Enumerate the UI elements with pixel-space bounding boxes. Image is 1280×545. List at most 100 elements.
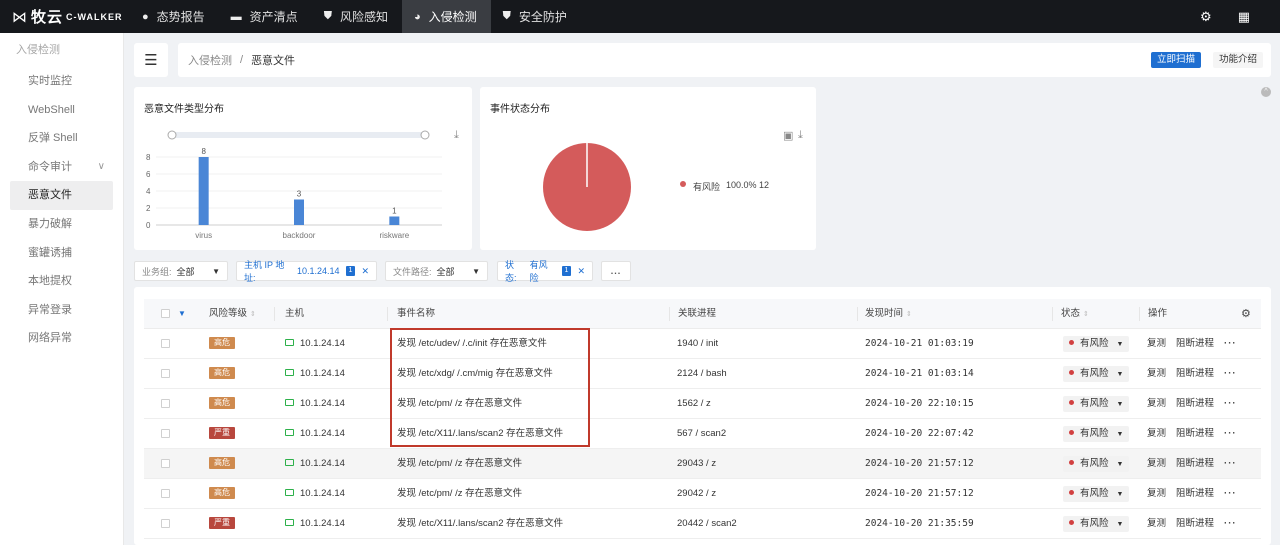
close-icon[interactable]: ✕ [361,266,369,277]
retest-button[interactable]: 复测 [1147,338,1166,349]
status-dropdown[interactable]: 有风险 ▼ [1063,336,1130,352]
table-row[interactable]: 高危 10.1.24.14 发现 /etc/udev/ /.c/init 存在恶意文… [144,329,1261,359]
logo[interactable]: ⋈ 牧云 C-WALKER [0,6,130,27]
bar-virus[interactable] [198,157,209,225]
event-name[interactable]: 发现 /etc/pm/ /z 存在恶意文件 [397,449,522,479]
status-dropdown[interactable]: 有风险 ▼ [1063,516,1130,532]
row-checkbox[interactable] [161,399,170,408]
status-cell[interactable]: 有风险 ▼ [1063,359,1130,389]
table-row[interactable]: 高危 10.1.24.14 发现 /etc/xdg/ /.cm/mig 存在恶意文件… [144,359,1261,389]
feature-intro-button[interactable]: 功能介绍 [1212,52,1263,68]
status-cell[interactable]: 有风险 ▼ [1063,449,1130,479]
breadcrumb-parent[interactable]: 入侵检测 [188,52,232,68]
block-process-button[interactable]: 阻断进程 [1176,458,1214,469]
close-icon[interactable]: ✕ [577,266,585,277]
sidebar-item-brute-force[interactable]: 暴力破解 [10,210,113,239]
host-cell[interactable]: 10.1.24.14 [285,389,345,419]
select-all-checkbox[interactable] [161,309,170,318]
sidebar-item-realtime[interactable]: 实时监控 [10,67,113,96]
more-actions-icon[interactable]: ··· [1224,398,1237,409]
range-slider-handle-right[interactable] [420,130,430,140]
column-divider[interactable] [669,307,670,321]
sidebar-item-reverse-shell[interactable]: 反弹 Shell [10,124,113,153]
filter-file-path[interactable]: 文件路径: 全部 ▼ [385,261,488,281]
bar-riskware[interactable] [389,216,400,226]
more-actions-icon[interactable]: ··· [1224,338,1237,349]
column-divider[interactable] [1052,307,1053,321]
row-checkbox[interactable] [161,519,170,528]
nav-item-assets[interactable]: ▬ 资产清点 [219,0,312,33]
table-row[interactable]: 高危 10.1.24.14 发现 /etc/pm/ /z 存在恶意文件 29043 /… [144,449,1261,479]
column-divider[interactable] [274,307,275,321]
more-filters-button[interactable]: ... [601,261,631,281]
retest-button[interactable]: 复测 [1147,398,1166,409]
retest-button[interactable]: 复测 [1147,428,1166,439]
menu-toggle-icon[interactable]: ☰ [134,43,168,77]
header-found-time[interactable]: 发现时间 ⇕ [865,299,912,329]
row-checkbox[interactable] [161,429,170,438]
table-row[interactable]: 严重 10.1.24.14 发现 /etc/X11/.lans/scan2 存在恶意… [144,419,1261,449]
block-process-button[interactable]: 阻断进程 [1176,338,1214,349]
row-checkbox[interactable] [161,339,170,348]
host-cell[interactable]: 10.1.24.14 [285,479,345,509]
sidebar-item-network-anomaly[interactable]: 网络异常 [10,324,113,353]
host-cell[interactable]: 10.1.24.14 [285,509,345,539]
event-name[interactable]: 发现 /etc/xdg/ /.cm/mig 存在恶意文件 [397,359,553,389]
block-process-button[interactable]: 阻断进程 [1176,368,1214,379]
block-process-button[interactable]: 阻断进程 [1176,398,1214,409]
sidebar-item-webshell[interactable]: WebShell [10,96,113,125]
retest-button[interactable]: 复测 [1147,488,1166,499]
column-divider[interactable] [1139,307,1140,321]
status-dropdown[interactable]: 有风险 ▼ [1063,396,1130,412]
sidebar-item-honeypot[interactable]: 蜜罐诱捕 [10,239,113,268]
table-row[interactable]: 高危 10.1.24.14 发现 /etc/pm/ /z 存在恶意文件 29042 /… [144,479,1261,509]
status-cell[interactable]: 有风险 ▼ [1063,419,1130,449]
event-name[interactable]: 发现 /etc/udev/ /.c/init 存在恶意文件 [397,329,547,359]
host-cell[interactable]: 10.1.24.14 [285,419,345,449]
event-name[interactable]: 发现 /etc/pm/ /z 存在恶意文件 [397,479,522,509]
host-cell[interactable]: 10.1.24.14 [285,359,345,389]
retest-button[interactable]: 复测 [1147,518,1166,529]
filter-host-ip[interactable]: 主机 IP 地址: 10.1.24.14 1 ✕ [236,260,377,283]
status-cell[interactable]: 有风险 ▼ [1063,389,1130,419]
sidebar-item-command-audit[interactable]: 命令审计 ∨ [10,153,113,182]
sidebar-item-malicious-file[interactable]: 恶意文件 [10,181,113,210]
event-name[interactable]: 发现 /etc/pm/ /z 存在恶意文件 [397,389,522,419]
header-risk-level[interactable]: 风险等级 ⇕ [209,299,256,329]
block-process-button[interactable]: 阻断进程 [1176,518,1214,529]
status-cell[interactable]: 有风险 ▼ [1063,479,1130,509]
nav-item-dashboard[interactable]: ● 态势报告 [130,0,219,33]
header-status[interactable]: 状态 ⇕ [1061,299,1089,329]
table-settings-gear-icon[interactable]: ⚙ [1241,299,1251,329]
nav-item-intrusion[interactable]: ◕ 入侵检测 [401,0,491,33]
filter-status[interactable]: 状态: 有风险 1 ✕ [497,260,593,283]
sidebar-item-abnormal-login[interactable]: 异常登录 [10,296,113,325]
more-actions-icon[interactable]: ··· [1224,458,1237,469]
apps-grid-icon[interactable]: ▦ [1238,9,1250,25]
status-cell[interactable]: 有风险 ▼ [1063,509,1130,539]
more-actions-icon[interactable]: ··· [1224,518,1237,529]
status-dropdown[interactable]: 有风险 ▼ [1063,456,1130,472]
column-divider[interactable] [857,307,858,321]
sidebar-item-privilege-escalation[interactable]: 本地提权 [10,267,113,296]
collapse-icon[interactable]: ^ [1261,87,1271,97]
event-name[interactable]: 发现 /etc/X11/.lans/scan2 存在恶意文件 [397,509,563,539]
status-dropdown[interactable]: 有风险 ▼ [1063,426,1130,442]
column-divider[interactable] [387,307,388,321]
range-slider-track[interactable] [172,132,428,138]
range-slider-handle-left[interactable] [167,130,177,140]
event-name[interactable]: 发现 /etc/X11/.lans/scan2 存在恶意文件 [397,419,563,449]
scan-now-button[interactable]: 立即扫描 [1150,52,1201,68]
bar-backdoor[interactable] [294,199,304,226]
table-row[interactable]: 严重 10.1.24.14 发现 /etc/X11/.lans/scan2 存在恶意… [144,509,1261,539]
status-dropdown[interactable]: 有风险 ▼ [1063,486,1130,502]
row-checkbox[interactable] [161,489,170,498]
more-actions-icon[interactable]: ··· [1224,368,1237,379]
nav-item-risk[interactable]: ⛊ 风险感知 [312,0,402,33]
block-process-button[interactable]: 阻断进程 [1176,428,1214,439]
retest-button[interactable]: 复测 [1147,458,1166,469]
host-cell[interactable]: 10.1.24.14 [285,449,345,479]
more-actions-icon[interactable]: ··· [1224,488,1237,499]
table-row[interactable]: 高危 10.1.24.14 发现 /etc/pm/ /z 存在恶意文件 1562 / … [144,389,1261,419]
retest-button[interactable]: 复测 [1147,368,1166,379]
